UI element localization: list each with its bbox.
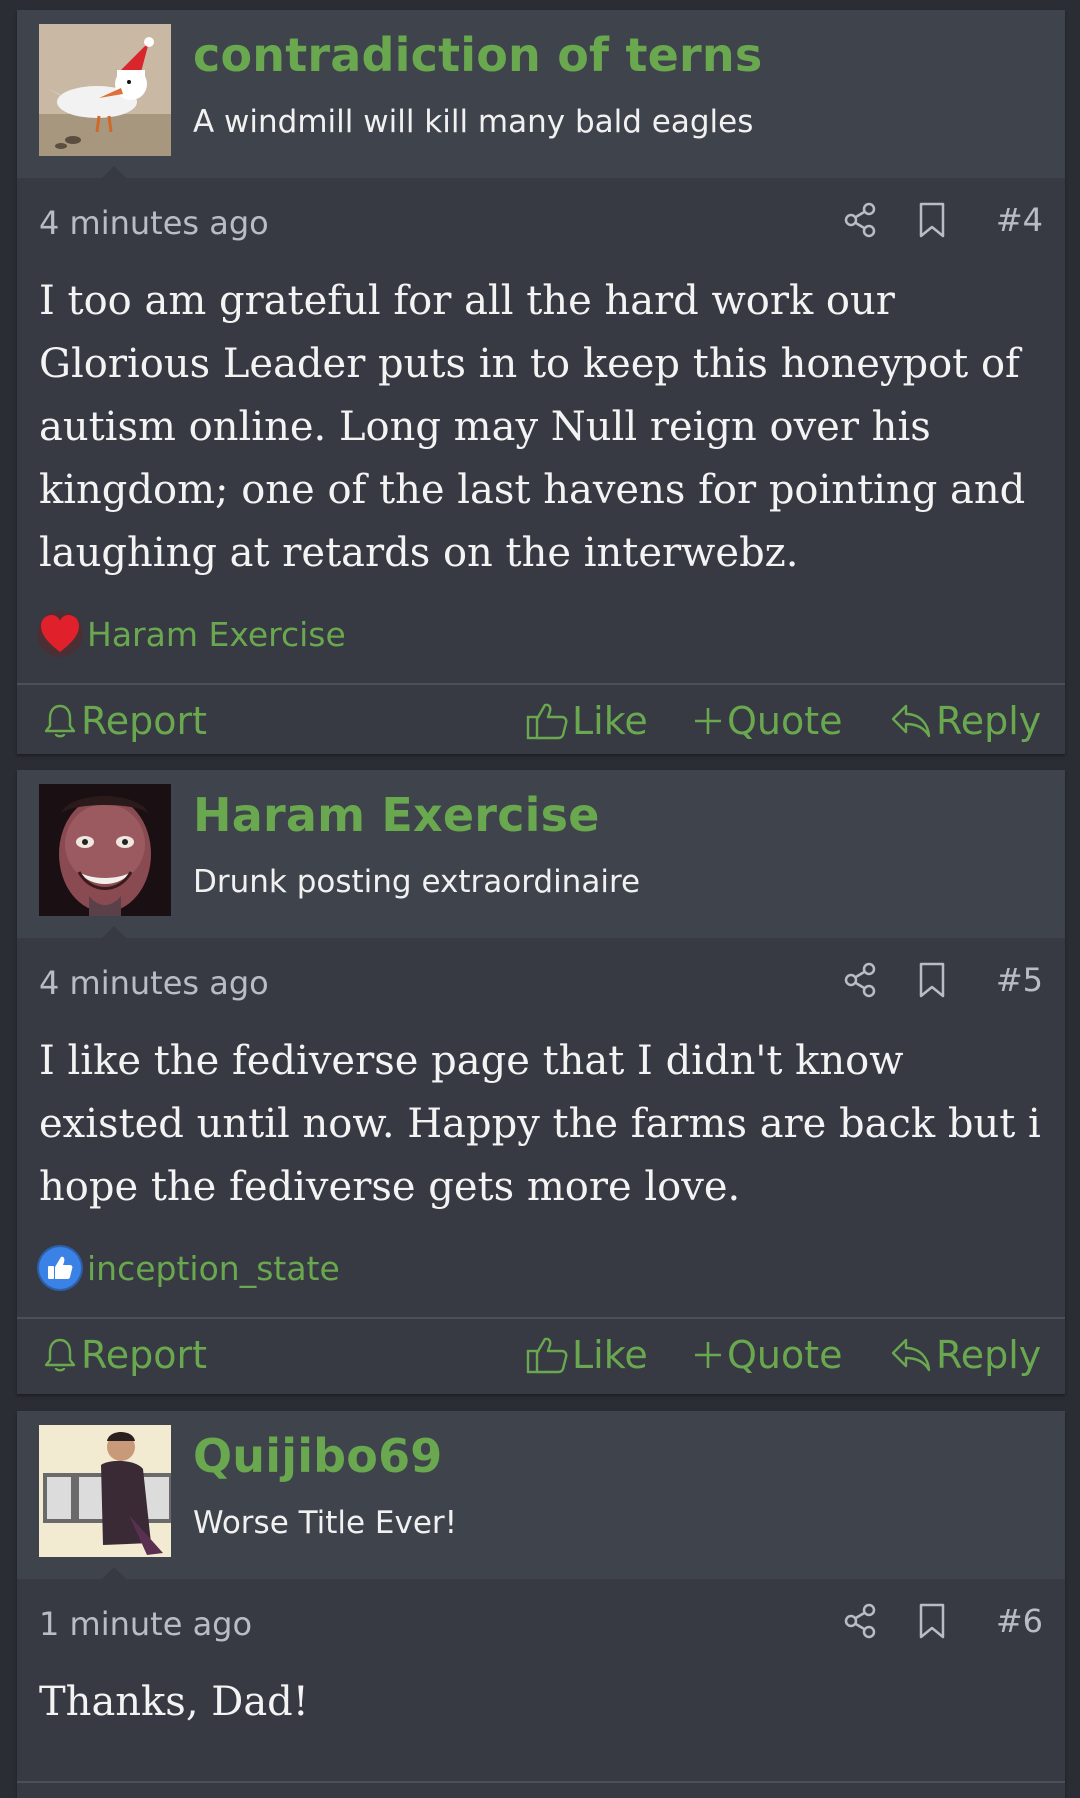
post-footer-divider bbox=[17, 1781, 1065, 1793]
reply-label: Reply bbox=[936, 699, 1042, 743]
post-header: Haram Exercise Drunk posting extraordina… bbox=[17, 770, 1065, 939]
bookmark-icon[interactable] bbox=[912, 1601, 952, 1641]
post-5: Haram Exercise Drunk posting extraordina… bbox=[17, 770, 1065, 1394]
user-title: Worse Title Ever! bbox=[193, 1505, 458, 1541]
username[interactable]: Quijibo69 bbox=[193, 1429, 443, 1483]
face-avatar-image bbox=[39, 784, 171, 916]
bell-icon bbox=[44, 704, 76, 738]
username[interactable]: Haram Exercise bbox=[193, 788, 600, 842]
thumbs-up-outline-icon bbox=[526, 703, 568, 740]
share-icon[interactable] bbox=[840, 960, 880, 1000]
post-meta-actions: #6 bbox=[840, 1601, 1043, 1641]
post-number[interactable]: #5 bbox=[996, 961, 1043, 999]
post-message: Thanks, Dad! bbox=[39, 1679, 309, 1725]
top-strip bbox=[0, 0, 1080, 8]
report-label: Report bbox=[81, 699, 207, 743]
reactions-bar[interactable]: inception_state bbox=[37, 1243, 1043, 1293]
quote-button[interactable]: Quote bbox=[693, 1333, 843, 1377]
quijibo-avatar-image bbox=[39, 1425, 171, 1557]
avatar[interactable] bbox=[39, 1425, 171, 1557]
report-button[interactable]: Report bbox=[43, 1333, 207, 1377]
username[interactable]: contradiction of terns bbox=[193, 28, 762, 82]
timestamp[interactable]: 4 minutes ago bbox=[39, 964, 269, 1002]
like-button[interactable]: Like bbox=[526, 699, 648, 743]
avatar[interactable] bbox=[39, 24, 171, 156]
post-meta: 1 minute ago #6 bbox=[39, 1579, 1043, 1671]
post-body: 4 minutes ago #5 I like the fediverse pa… bbox=[17, 938, 1065, 1293]
tern-avatar-image bbox=[39, 24, 171, 156]
bookmark-icon[interactable] bbox=[912, 200, 952, 240]
plus-icon bbox=[695, 708, 721, 734]
like-label: Like bbox=[572, 1333, 648, 1377]
report-button[interactable]: Report bbox=[43, 699, 207, 743]
reply-arrow-icon bbox=[891, 704, 931, 738]
thumbs-up-icon bbox=[37, 1245, 83, 1291]
post-body: 1 minute ago #6 Thanks, Dad! bbox=[17, 1579, 1065, 1734]
like-label: Like bbox=[572, 699, 648, 743]
share-icon[interactable] bbox=[840, 200, 880, 240]
post-number[interactable]: #6 bbox=[996, 1602, 1043, 1640]
post-header: Quijibo69 Worse Title Ever! bbox=[17, 1411, 1065, 1580]
bookmark-icon[interactable] bbox=[912, 960, 952, 1000]
bell-icon bbox=[44, 1338, 76, 1372]
post-footer: Report Like Quote Reply bbox=[17, 683, 1065, 761]
reaction-user[interactable]: Haram Exercise bbox=[87, 615, 346, 654]
thumbs-up-outline-icon bbox=[526, 1337, 568, 1374]
post-meta: 4 minutes ago #4 bbox=[39, 178, 1043, 270]
post-number[interactable]: #4 bbox=[996, 201, 1043, 239]
heart-icon bbox=[37, 611, 83, 657]
timestamp[interactable]: 1 minute ago bbox=[39, 1605, 252, 1643]
post-header: contradiction of terns A windmill will k… bbox=[17, 10, 1065, 179]
timestamp[interactable]: 4 minutes ago bbox=[39, 204, 269, 242]
reaction-user[interactable]: inception_state bbox=[87, 1249, 340, 1288]
post-message: I like the fediverse page that I didn't … bbox=[39, 1038, 1041, 1210]
post-4: contradiction of terns A windmill will k… bbox=[17, 10, 1065, 754]
quote-label: Quote bbox=[727, 699, 843, 743]
reply-button[interactable]: Reply bbox=[890, 1333, 1041, 1377]
avatar[interactable] bbox=[39, 784, 171, 916]
plus-icon bbox=[695, 1342, 721, 1368]
post-body: 4 minutes ago #4 I too am grateful for a… bbox=[17, 178, 1065, 659]
reply-label: Reply bbox=[936, 1333, 1042, 1377]
quote-button[interactable]: Quote bbox=[693, 699, 843, 743]
post-6: Quijibo69 Worse Title Ever! 1 minute ago… bbox=[17, 1411, 1065, 1798]
quote-label: Quote bbox=[727, 1333, 843, 1377]
post-meta: 4 minutes ago #5 bbox=[39, 938, 1043, 1030]
reactions-bar[interactable]: Haram Exercise bbox=[37, 609, 1043, 659]
post-footer: Report Like Quote Reply bbox=[17, 1317, 1065, 1395]
post-meta-actions: #5 bbox=[840, 960, 1043, 1000]
user-title: A windmill will kill many bald eagles bbox=[193, 104, 754, 140]
share-icon[interactable] bbox=[840, 1601, 880, 1641]
user-title: Drunk posting extraordinaire bbox=[193, 864, 641, 900]
like-button[interactable]: Like bbox=[526, 1333, 648, 1377]
reply-button[interactable]: Reply bbox=[890, 699, 1041, 743]
post-meta-actions: #4 bbox=[840, 200, 1043, 240]
post-message: I too am grateful for all the hard work … bbox=[39, 278, 1026, 576]
report-label: Report bbox=[81, 1333, 207, 1377]
reply-arrow-icon bbox=[891, 1338, 931, 1372]
